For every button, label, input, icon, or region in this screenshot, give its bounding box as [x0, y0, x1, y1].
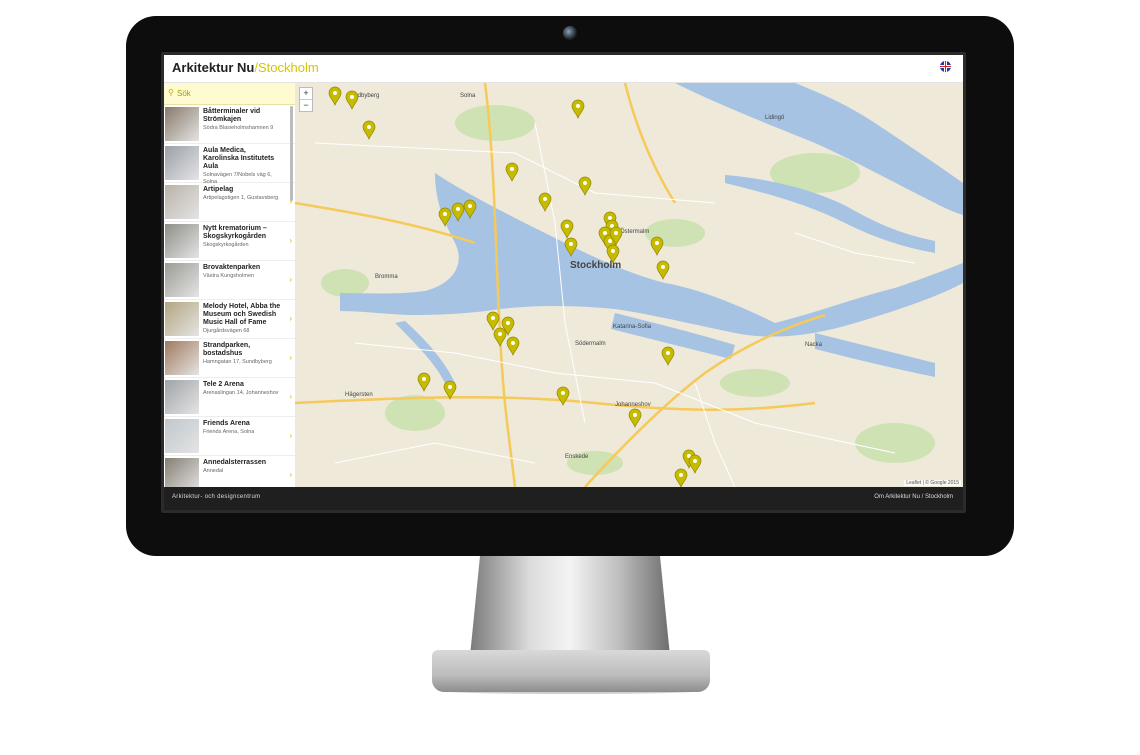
list-item[interactable]: Strandparken, bostadshus Hamngatan 17, Su… — [164, 339, 295, 378]
map-label: Lidingö — [765, 115, 785, 121]
project-title: Brovaktenparken — [203, 264, 261, 271]
list-item[interactable]: Aula Medica, Karolinska Institutets Aula… — [164, 144, 295, 185]
list-item[interactable]: Båtterminaler vid Strömkajen Södra Blasie… — [164, 105, 295, 144]
project-thumbnail — [165, 185, 199, 219]
chevron-right-icon: › — [289, 236, 292, 245]
list-item[interactable]: Nytt krematorium – Skogskyrkogården Skogs… — [164, 222, 295, 261]
list-item[interactable]: Tele 2 Arena Arenaslingan 14, Johanneshov… — [164, 378, 295, 417]
zoom-control: + − — [299, 87, 313, 112]
project-address: Södra Blasieholmshamnen 9 — [203, 125, 274, 131]
map[interactable]: Stockholm Solna Sundbyberg Lidingö Östermalm… — [295, 83, 963, 487]
project-title: Friends Arena — [203, 420, 250, 427]
project-title: Strandparken, bostadshus — [203, 342, 251, 357]
map-label: Östermalm — [620, 228, 649, 235]
project-thumbnail — [165, 419, 199, 453]
project-address: Friends Arena, Solna — [203, 429, 255, 435]
list-item[interactable]: Annedalsterrassen Annedal › — [164, 456, 295, 487]
search-icon: ⚲ — [168, 88, 174, 97]
map-label: Johanneshov — [615, 402, 651, 408]
map-label: Katarina-Sofia — [613, 324, 652, 330]
chevron-right-icon: › — [289, 314, 292, 323]
project-title: Melody Hotel, Abba the Museum och Swedis… — [203, 303, 281, 326]
project-address: Artipelagstigen 1, Gustavsberg — [203, 195, 279, 201]
project-thumbnail — [165, 341, 199, 375]
chevron-right-icon: › — [289, 275, 292, 284]
map-label: Södermalm — [575, 341, 606, 347]
screen: Arkitektur Nu/Stockholm ⚲ Båtterminaler … — [164, 55, 963, 510]
sidebar: ⚲ Båtterminaler vid Strömkajen Södra Blas… — [164, 83, 296, 487]
project-title: Aula Medica, Karolinska Institutets Aula — [203, 147, 275, 170]
uk-flag-icon[interactable] — [940, 61, 951, 72]
zoom-out-button[interactable]: − — [300, 100, 312, 111]
project-address: Arenaslingan 14, Johanneshov — [203, 390, 279, 396]
chevron-right-icon: › — [289, 431, 292, 440]
project-list: Båtterminaler vid Strömkajen Södra Blasie… — [164, 105, 295, 487]
map-label: Solna — [460, 93, 476, 99]
chevron-right-icon: › — [289, 353, 292, 362]
brand-name: Arkitektur Nu — [172, 60, 255, 75]
zoom-in-button[interactable]: + — [300, 88, 312, 100]
list-item[interactable]: Melody Hotel, Abba the Museum och Swedis… — [164, 300, 295, 339]
project-thumbnail — [165, 458, 199, 487]
chevron-right-icon: › — [289, 470, 292, 479]
project-thumbnail — [165, 146, 199, 180]
map-canvas[interactable]: StockholmSolnaSundbybergLidingöÖstermalm… — [295, 83, 963, 487]
search-bar: ⚲ — [164, 83, 295, 105]
project-thumbnail — [165, 224, 199, 258]
project-thumbnail — [165, 302, 199, 336]
project-title: Båtterminaler vid Strömkajen — [203, 108, 261, 123]
list-item[interactable]: Artipelag Artipelagstigen 1, Gustavsberg › — [164, 183, 295, 222]
project-title: Annedalsterrassen — [203, 459, 267, 466]
monitor-foot — [432, 650, 710, 692]
project-title: Tele 2 Arena — [203, 381, 244, 388]
footer-organization-link[interactable]: Arkitektur- och designcentrum — [172, 494, 260, 500]
map-label: Hägersten — [345, 392, 373, 398]
search-input[interactable] — [177, 87, 287, 99]
project-title: Nytt krematorium – Skogskyrkogården — [203, 225, 267, 240]
monitor-stand-neck — [470, 556, 670, 656]
project-address: Djurgårdsvägen 68 — [203, 328, 250, 334]
list-item[interactable]: Brovaktenparken Västra Kungsholmen › — [164, 261, 295, 300]
footer: Arkitektur- och designcentrum Om Arkitek… — [164, 487, 963, 510]
project-address: Skogskyrkogården — [203, 242, 249, 248]
camera-icon — [563, 26, 577, 40]
footer-about-link[interactable]: Om Arkitektur Nu / Stockholm — [874, 494, 953, 500]
project-address: Västra Kungsholmen — [203, 273, 255, 279]
app-header: Arkitektur Nu/Stockholm — [164, 55, 963, 83]
map-label: Enskede — [565, 454, 589, 460]
project-thumbnail — [165, 380, 199, 414]
map-label: Nacka — [805, 342, 823, 348]
map-label: Bromma — [375, 274, 398, 280]
project-thumbnail — [165, 107, 199, 141]
sidebar-scrollbar[interactable] — [290, 106, 293, 201]
list-item[interactable]: Friends Arena Friends Arena, Solna › — [164, 417, 295, 456]
map-attribution[interactable]: Leaflet | © Google 2015 — [904, 480, 961, 486]
brand-logo[interactable]: Arkitektur Nu/Stockholm — [172, 60, 319, 75]
project-thumbnail — [165, 263, 199, 297]
project-address: Annedal — [203, 468, 224, 474]
project-address: Hamngatan 17, Sundbyberg — [203, 359, 272, 365]
brand-city: Stockholm — [257, 60, 319, 75]
project-title: Artipelag — [203, 186, 234, 193]
chevron-right-icon: › — [289, 392, 292, 401]
